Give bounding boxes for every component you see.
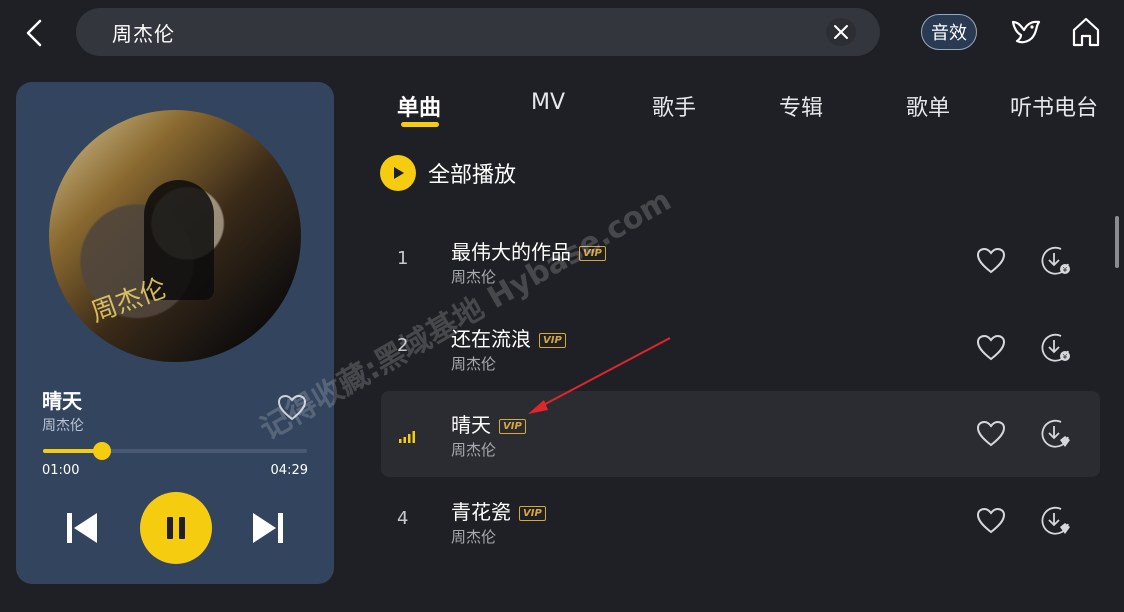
song-title-line: 还在流浪 VIP bbox=[451, 323, 566, 352]
album-cover[interactable]: 周杰伦 bbox=[49, 110, 301, 362]
skip-next-icon bbox=[253, 513, 283, 543]
search-bar[interactable]: 周杰伦 bbox=[76, 8, 880, 56]
favorite-button[interactable] bbox=[975, 418, 1007, 450]
song-index: 1 bbox=[397, 248, 409, 269]
song-index: 4 bbox=[397, 508, 409, 529]
download-icon bbox=[1041, 506, 1070, 535]
progress-bar[interactable] bbox=[43, 442, 307, 460]
now-playing-artist: 周杰伦 bbox=[42, 418, 84, 434]
song-row[interactable]: 1 最伟大的作品 VIP 周杰伦 ¥ bbox=[381, 218, 1100, 304]
song-artist: 周杰伦 bbox=[451, 441, 497, 459]
song-title: 最伟大的作品 bbox=[451, 240, 571, 264]
list-scrollbar[interactable] bbox=[1115, 216, 1119, 268]
bird-button[interactable] bbox=[1008, 14, 1044, 50]
song-title-line: 青花瓷 VIP bbox=[451, 496, 546, 525]
pause-icon bbox=[167, 517, 185, 539]
svg-text:¥: ¥ bbox=[1063, 353, 1068, 361]
download-button[interactable]: ¥ bbox=[1039, 244, 1073, 278]
sound-effect-button[interactable]: 音效 bbox=[921, 14, 977, 50]
favorite-button[interactable] bbox=[975, 245, 1007, 277]
download-button[interactable] bbox=[1039, 504, 1073, 538]
now-playing-panel: 周杰伦 晴天 周杰伦 01:00 04:29 bbox=[16, 82, 334, 584]
song-title-line: 最伟大的作品 VIP bbox=[451, 236, 606, 265]
song-artist: 周杰伦 bbox=[451, 268, 497, 286]
vip-badge: VIP bbox=[499, 419, 526, 434]
song-title: 青花瓷 bbox=[451, 500, 511, 524]
pause-button[interactable] bbox=[140, 492, 212, 564]
category-tabs: 单曲 MV 歌手 专辑 歌单 听书电台 bbox=[380, 90, 1110, 130]
search-input[interactable]: 周杰伦 bbox=[112, 18, 175, 47]
song-title-line: 晴天 VIP bbox=[451, 409, 526, 438]
chevron-left-icon bbox=[26, 19, 42, 47]
close-icon bbox=[834, 25, 848, 39]
play-all-button[interactable]: 全部播放 bbox=[380, 155, 516, 191]
music-app: 周杰伦 音效 周杰伦 晴天 周杰伦 01:00 04:29 单曲 MV 歌手 专… bbox=[0, 0, 1124, 612]
download-icon: ¥ bbox=[1041, 246, 1070, 275]
song-artist: 周杰伦 bbox=[451, 528, 497, 546]
song-artist: 周杰伦 bbox=[451, 355, 497, 373]
vip-badge: VIP bbox=[519, 506, 546, 521]
favorite-button[interactable] bbox=[975, 505, 1007, 537]
active-tab-indicator bbox=[401, 122, 439, 127]
bird-icon bbox=[1011, 20, 1041, 44]
song-row[interactable]: 2 还在流浪 VIP 周杰伦 ¥ bbox=[381, 305, 1100, 391]
back-button[interactable] bbox=[18, 16, 50, 50]
previous-button[interactable] bbox=[64, 510, 100, 546]
song-row-playing[interactable]: 晴天 VIP 周杰伦 bbox=[381, 391, 1100, 477]
download-button[interactable] bbox=[1039, 417, 1073, 451]
tab-audiobook-radio[interactable]: 听书电台 bbox=[1010, 90, 1098, 122]
tab-mv[interactable]: MV bbox=[531, 90, 565, 115]
heart-icon bbox=[976, 334, 1006, 361]
song-index: 2 bbox=[397, 335, 409, 356]
tab-label: 单曲 bbox=[397, 96, 442, 121]
download-button[interactable]: ¥ bbox=[1039, 331, 1073, 365]
svg-text:¥: ¥ bbox=[1063, 266, 1068, 274]
tab-single[interactable]: 单曲 bbox=[397, 90, 442, 127]
cover-logo: 周杰伦 bbox=[87, 273, 171, 329]
song-row[interactable]: 4 青花瓷 VIP 周杰伦 bbox=[381, 478, 1100, 564]
tab-playlist[interactable]: 歌单 bbox=[906, 90, 950, 122]
favorite-button[interactable] bbox=[975, 332, 1007, 364]
total-time: 04:29 bbox=[270, 463, 308, 478]
home-icon bbox=[1072, 17, 1100, 47]
download-icon bbox=[1041, 419, 1070, 448]
clear-search-button[interactable] bbox=[826, 18, 856, 46]
equalizer-icon bbox=[399, 431, 415, 443]
heart-icon bbox=[976, 420, 1006, 447]
song-title: 还在流浪 bbox=[451, 327, 531, 351]
play-all-label: 全部播放 bbox=[428, 163, 517, 188]
next-button[interactable] bbox=[250, 510, 286, 546]
vip-badge: VIP bbox=[579, 246, 606, 261]
vip-badge: VIP bbox=[539, 333, 566, 348]
heart-icon bbox=[976, 507, 1006, 534]
home-button[interactable] bbox=[1068, 14, 1104, 50]
song-title: 晴天 bbox=[451, 413, 491, 437]
progress-handle[interactable] bbox=[92, 442, 111, 460]
tab-singer[interactable]: 歌手 bbox=[652, 90, 696, 122]
heart-icon bbox=[277, 394, 307, 421]
play-icon bbox=[380, 155, 416, 191]
current-time: 01:00 bbox=[42, 463, 80, 478]
download-icon: ¥ bbox=[1041, 333, 1070, 362]
tab-album[interactable]: 专辑 bbox=[779, 90, 823, 122]
favorite-button[interactable] bbox=[276, 392, 308, 424]
now-playing-title: 晴天 bbox=[42, 389, 82, 413]
heart-icon bbox=[976, 247, 1006, 274]
skip-previous-icon bbox=[67, 513, 97, 543]
